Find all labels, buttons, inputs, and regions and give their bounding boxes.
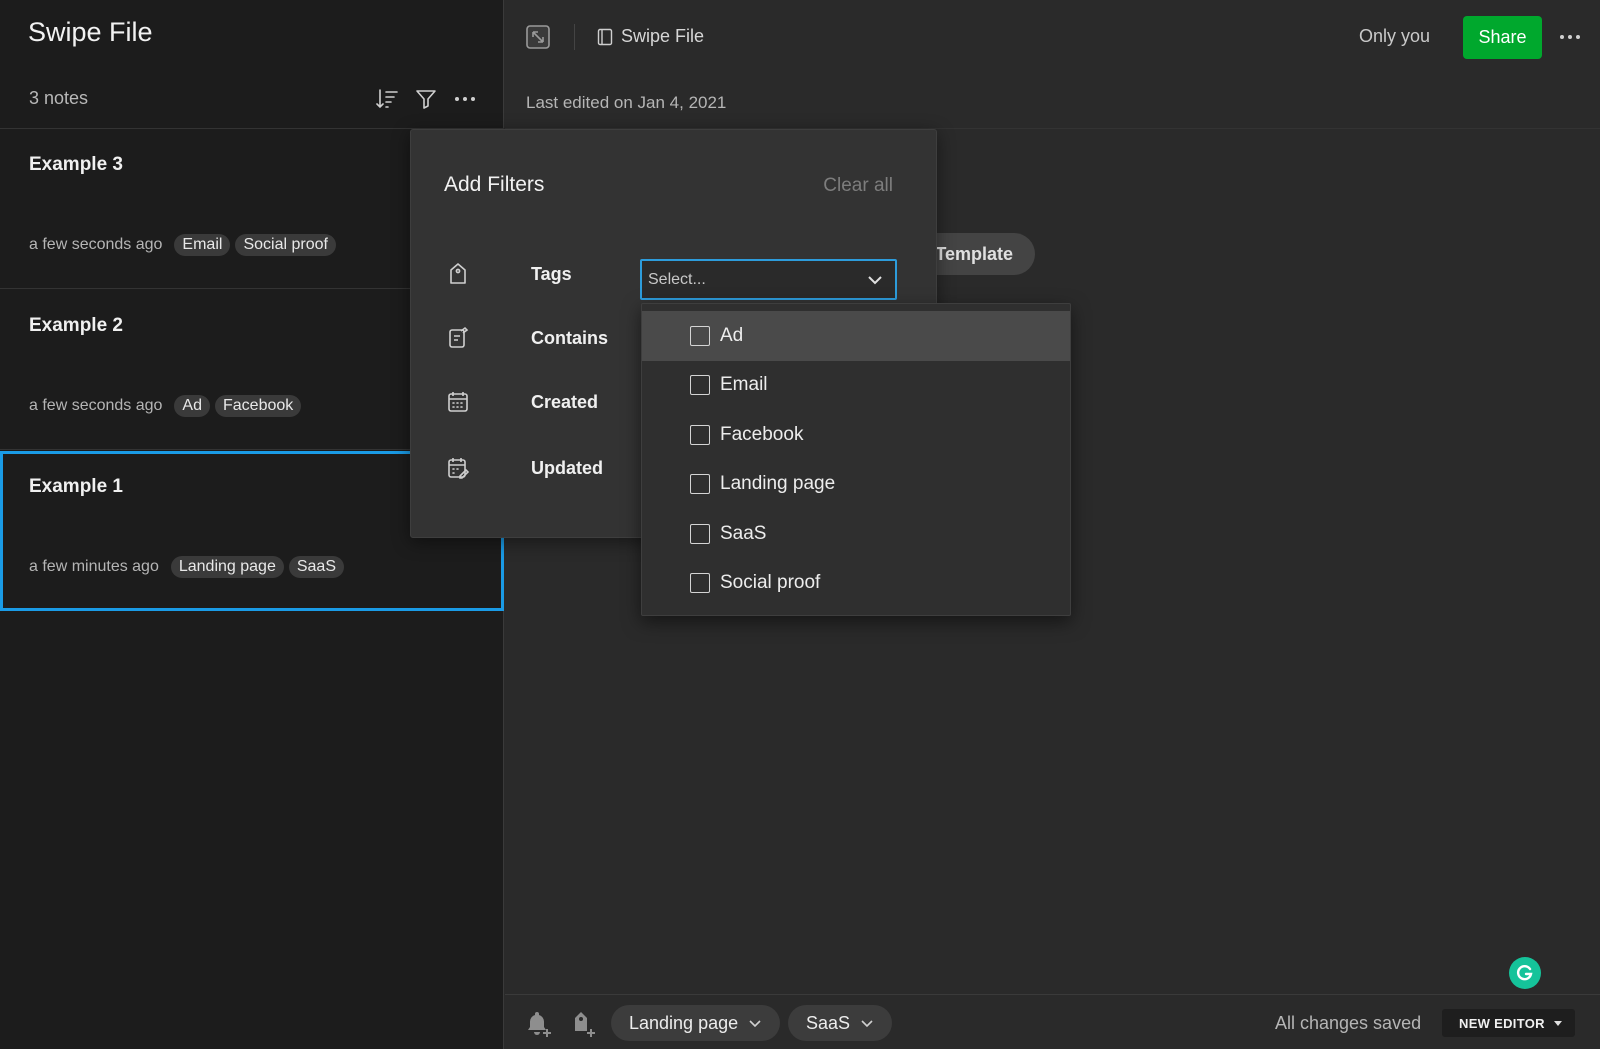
- filter-row-updated[interactable]: Updated: [447, 456, 603, 480]
- filter-row-contains[interactable]: Contains: [447, 326, 608, 350]
- dropdown-option-ad[interactable]: Ad: [642, 311, 1070, 361]
- footer-tag-landing-page[interactable]: Landing page: [611, 1005, 781, 1041]
- chevron-down-icon: [861, 1020, 873, 1028]
- footer-tag-label: SaaS: [806, 1012, 851, 1033]
- filter-label: Contains: [531, 328, 609, 348]
- select-placeholder: Select...: [648, 270, 706, 288]
- note-title: Example 2: [29, 315, 123, 336]
- list-toolbar: [372, 84, 489, 114]
- notebook-breadcrumb-label: Swipe File: [621, 26, 705, 46]
- filter-label: Tags: [531, 264, 572, 284]
- checkbox[interactable]: [690, 523, 710, 544]
- note-footer: Landing page SaaS All changes saved NEW …: [505, 994, 1600, 1049]
- filter-row-created[interactable]: Created: [447, 390, 598, 414]
- notebook-title: Swipe File: [28, 17, 153, 47]
- tags-select[interactable]: Select...: [640, 259, 897, 300]
- note-tag[interactable]: Landing page: [170, 556, 284, 578]
- filter-label: Updated: [531, 458, 603, 478]
- filters-title: Add Filters: [444, 173, 545, 196]
- calendar-edit-icon: [448, 458, 469, 479]
- visibility-label[interactable]: Only you: [1359, 26, 1430, 47]
- note-tag[interactable]: Facebook: [215, 395, 302, 417]
- note-time: a few seconds ago: [29, 236, 163, 253]
- tag-icon: [450, 263, 466, 284]
- note-title: Example 3: [29, 154, 123, 175]
- note-tag[interactable]: SaaS: [288, 556, 344, 578]
- sort-icon[interactable]: [372, 84, 402, 114]
- save-status: All changes saved: [1275, 1013, 1422, 1033]
- tags-dropdown-list: Ad Email Facebook Landing page SaaS Soci…: [641, 303, 1071, 616]
- reminder-add-icon[interactable]: [525, 1009, 555, 1039]
- more-options-icon[interactable]: [450, 84, 480, 114]
- note-count: 3 notes: [29, 88, 89, 108]
- chevron-down-icon: [749, 1020, 761, 1028]
- note-tag[interactable]: Email: [174, 234, 231, 256]
- checkbox[interactable]: [690, 375, 710, 396]
- expand-icon[interactable]: [525, 24, 551, 50]
- note-meta: a few seconds ago Email Social proof: [29, 234, 341, 256]
- note-title: Example 1: [29, 476, 123, 497]
- note-time: a few minutes ago: [29, 558, 159, 575]
- footer-tag-label: Landing page: [629, 1012, 739, 1033]
- dropdown-option-email[interactable]: Email: [642, 361, 1070, 411]
- tag-add-icon[interactable]: [569, 1009, 599, 1039]
- dropdown-option-facebook[interactable]: Facebook: [642, 410, 1070, 460]
- note-meta: a few seconds ago Ad Facebook: [29, 395, 306, 417]
- checkbox[interactable]: [690, 424, 710, 445]
- option-label: Social proof: [720, 572, 821, 594]
- filter-row-tags[interactable]: Tags: [447, 262, 572, 286]
- footer-tag-saas[interactable]: SaaS: [788, 1005, 893, 1041]
- note-time: a few seconds ago: [29, 397, 163, 414]
- notebook-breadcrumb[interactable]: Swipe File: [597, 26, 704, 47]
- checkbox[interactable]: [690, 325, 710, 346]
- divider: [574, 24, 575, 50]
- option-label: Ad: [720, 324, 744, 346]
- option-label: Landing page: [720, 473, 836, 495]
- calendar-icon: [448, 392, 468, 412]
- option-label: SaaS: [720, 522, 767, 544]
- dropdown-option-saas[interactable]: SaaS: [642, 509, 1070, 559]
- caret-down-icon: [1553, 1021, 1562, 1026]
- checkbox[interactable]: [690, 474, 710, 495]
- share-button[interactable]: Share: [1463, 16, 1542, 59]
- option-label: Email: [720, 374, 768, 396]
- chevron-down-icon: [868, 275, 882, 284]
- checkbox[interactable]: [690, 573, 710, 594]
- last-edited-label: Last edited on Jan 4, 2021: [526, 93, 727, 112]
- note-meta: a few minutes ago Landing page SaaS: [29, 556, 349, 578]
- dropdown-option-landing-page[interactable]: Landing page: [642, 460, 1070, 510]
- clear-all-button[interactable]: Clear all: [823, 175, 893, 197]
- filter-label: Created: [531, 392, 599, 412]
- new-editor-button[interactable]: NEW EDITOR: [1442, 1009, 1575, 1037]
- dropdown-option-social-proof[interactable]: Social proof: [642, 559, 1070, 609]
- more-options-icon[interactable]: [1555, 22, 1585, 52]
- filter-icon[interactable]: [411, 84, 441, 114]
- new-editor-label: NEW EDITOR: [1459, 1015, 1545, 1031]
- option-label: Facebook: [720, 423, 804, 445]
- grammarly-icon[interactable]: [1509, 957, 1541, 989]
- checklist-icon: [449, 326, 469, 348]
- note-tag[interactable]: Ad: [174, 395, 210, 417]
- note-tag[interactable]: Social proof: [235, 234, 336, 256]
- notebook-icon: [597, 28, 613, 45]
